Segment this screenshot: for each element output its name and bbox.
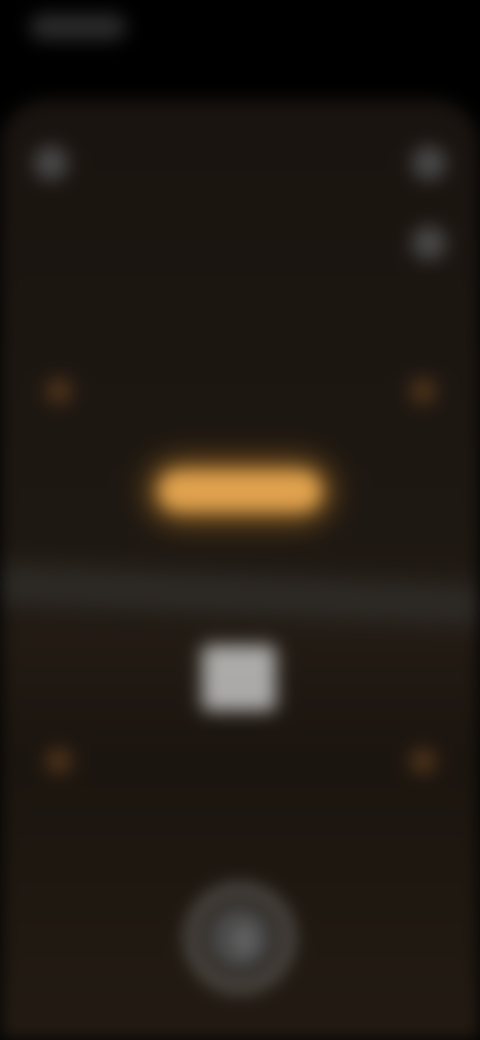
preview-bright-object: [202, 645, 276, 711]
blurred-camera-view: [0, 0, 480, 1040]
shutter-icon: [238, 928, 250, 952]
status-pill: [30, 14, 126, 40]
scene-floor-band: [0, 548, 480, 642]
camera-screen: [0, 0, 480, 1040]
settings-icon[interactable]: [412, 146, 446, 180]
preview-light-highlight: [158, 470, 322, 512]
focus-corner-bottom-right-icon: [410, 748, 436, 774]
focus-corner-top-right-icon: [410, 378, 436, 404]
focus-corner-top-left-icon: [46, 378, 72, 404]
more-icon[interactable]: [412, 226, 446, 260]
focus-corner-bottom-left-icon: [46, 748, 72, 774]
flash-icon[interactable]: [34, 146, 68, 180]
shutter-button[interactable]: [188, 886, 292, 990]
status-bar: [0, 0, 480, 100]
shutter-inner: [206, 904, 274, 972]
viewfinder[interactable]: [0, 100, 480, 1040]
